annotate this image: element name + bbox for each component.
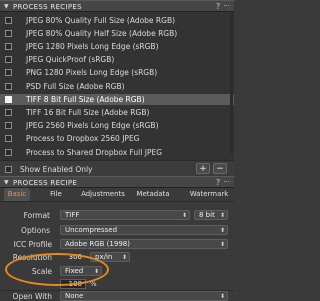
tab-watermark[interactable]: Watermark [186, 188, 232, 201]
chevron-updown-icon: ⬍ [121, 254, 127, 261]
scale-label: Scale [31, 267, 52, 276]
recipe-enabled-checkbox[interactable] [5, 95, 12, 103]
recipe-row[interactable]: JPEG QuickProof (sRGB) [0, 55, 234, 65]
bit-depth-select[interactable]: 8 bit ⬍ [194, 210, 228, 220]
process-recipe-header[interactable]: ▼ PROCESS RECIPE ? ··· [0, 176, 234, 188]
chevron-updown-icon: ⬍ [219, 227, 225, 234]
recipe-enabled-checkbox[interactable] [5, 56, 12, 64]
scale-percent-input[interactable]: 100 [60, 279, 86, 289]
recipe-enabled-checkbox[interactable] [5, 82, 12, 90]
resolution-input[interactable]: 300 [60, 252, 86, 262]
process-recipes-header[interactable]: ▼ PROCESS RECIPES ? ··· [0, 0, 234, 12]
scale-percent-unit: % [90, 280, 97, 288]
recipe-list-footer: Show Enabled Only + − [0, 160, 234, 177]
recipe-row[interactable]: TIFF 8 Bit Full Size (Adobe RGB) [0, 94, 234, 105]
chevron-updown-icon: ⬍ [93, 268, 99, 275]
recipe-enabled-checkbox[interactable] [5, 109, 12, 117]
recipe-label: PNG 1280 Pixels Long Edge (sRGB) [26, 68, 158, 78]
resolution-label: Resolution [12, 253, 52, 262]
format-value: TIFF [65, 211, 80, 219]
recipe-label: TIFF 16 Bit Full Size (Adobe RGB) [26, 108, 150, 118]
show-enabled-only-checkbox[interactable] [5, 165, 12, 173]
icc-profile-label: ICC Profile [13, 240, 52, 249]
resolution-unit-value: px/in [95, 253, 113, 261]
collapse-triangle-icon[interactable]: ▼ [4, 179, 9, 186]
recipe-enabled-checkbox[interactable] [5, 148, 12, 156]
recipe-enabled-checkbox[interactable] [5, 29, 12, 37]
recipe-row[interactable]: Process to Shared Dropbox Full JPEG [0, 147, 234, 157]
recipe-enabled-checkbox[interactable] [5, 43, 12, 50]
tab-metadata[interactable]: Metadata [134, 188, 172, 201]
recipe-label: JPEG 1280 Pixels Long Edge (sRGB) [26, 42, 159, 51]
recipe-row[interactable]: PSD Full Size (Adobe RGB) [0, 81, 234, 91]
recipe-row[interactable]: JPEG 1280 Pixels Long Edge (sRGB) [0, 41, 234, 51]
recipe-enabled-checkbox[interactable] [5, 69, 12, 77]
recipe-label: TIFF 8 Bit Full Size (Adobe RGB) [26, 94, 145, 104]
help-icon[interactable]: ? [216, 178, 220, 187]
menu-ellipsis-icon[interactable]: ··· [223, 178, 230, 186]
recipe-label: JPEG QuickProof (sRGB) [26, 55, 115, 65]
icc-profile-value: Adobe RGB (1998) [65, 240, 130, 248]
bit-depth-value: 8 bit [199, 211, 215, 219]
recipe-label: JPEG 2560 Pixels Long Edge (sRGB) [26, 121, 159, 131]
recipe-enabled-checkbox[interactable] [5, 122, 12, 130]
options-label: Options [21, 226, 50, 235]
format-label: Format [23, 211, 50, 220]
panel-title: PROCESS RECIPES [13, 2, 82, 11]
tab-adjustments[interactable]: Adjustments [78, 188, 128, 201]
tab-basic[interactable]: Basic [4, 188, 30, 201]
recipe-row[interactable]: JPEG 80% Quality Full Size (Adobe RGB) [0, 15, 234, 25]
icc-profile-select[interactable]: Adobe RGB (1998) ⬍ [60, 239, 228, 249]
tab-file[interactable]: File [44, 188, 68, 201]
chevron-updown-icon: ⬍ [219, 241, 225, 248]
recipe-label: Process to Shared Dropbox Full JPEG [26, 147, 163, 157]
panel-title: PROCESS RECIPE [13, 178, 78, 187]
recipe-label: PSD Full Size (Adobe RGB) [26, 81, 125, 91]
chevron-updown-icon: ⬍ [181, 212, 187, 219]
recipe-label: JPEG 80% Quality Half Size (Adobe RGB) [26, 28, 178, 38]
add-recipe-button[interactable]: + [196, 163, 210, 174]
remove-recipe-button[interactable]: − [213, 163, 227, 174]
recipe-row[interactable]: TIFF 16 Bit Full Size (Adobe RGB) [0, 107, 234, 117]
recipe-list: JPEG 80% Quality Full Size (Adobe RGB) JP… [0, 12, 234, 160]
collapse-triangle-icon[interactable]: ▼ [4, 3, 9, 10]
recipe-row[interactable]: Process to Dropbox 2560 JPEG [0, 134, 234, 144]
recipe-row[interactable]: JPEG 80% Quality Half Size (Adobe RGB) [0, 28, 234, 38]
options-value: Uncompressed [65, 226, 118, 234]
recipe-row[interactable]: JPEG 2560 Pixels Long Edge (sRGB) [0, 121, 234, 131]
format-select[interactable]: TIFF ⬍ [60, 210, 190, 220]
help-icon[interactable]: ? [216, 2, 220, 11]
resolution-unit-select[interactable]: px/in ⬍ [90, 252, 130, 262]
scale-value: Fixed [65, 267, 84, 275]
recipe-enabled-checkbox[interactable] [5, 135, 12, 143]
recipe-row[interactable]: PNG 1280 Pixels Long Edge (sRGB) [0, 68, 234, 78]
recipe-enabled-checkbox[interactable] [5, 16, 12, 24]
recipe-label: Process to Dropbox 2560 JPEG [26, 134, 140, 144]
recipe-list-scrollbar[interactable] [230, 14, 233, 154]
menu-ellipsis-icon[interactable]: ··· [223, 2, 230, 10]
scale-select[interactable]: Fixed ⬍ [60, 266, 102, 276]
recipe-tabs: Basic File Adjustments Metadata Watermar… [0, 188, 234, 202]
show-enabled-only-label: Show Enabled Only [20, 164, 93, 174]
open-with-value: None [65, 292, 84, 300]
options-select[interactable]: Uncompressed ⬍ [60, 225, 228, 235]
recipe-label: JPEG 80% Quality Full Size (Adobe RGB) [26, 15, 176, 25]
chevron-updown-icon: ⬍ [219, 212, 225, 219]
